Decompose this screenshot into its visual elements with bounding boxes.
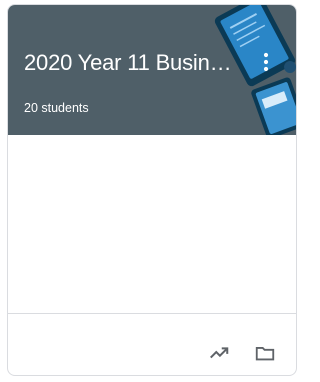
class-card-footer [8, 313, 296, 375]
class-card-banner[interactable]: 2020 Year 11 Busines... 20 students [8, 5, 296, 135]
more-vert-icon [263, 52, 269, 72]
student-count: 20 students [24, 101, 89, 115]
more-options-button[interactable] [254, 47, 278, 77]
class-card[interactable]: 2020 Year 11 Busines... 20 students [7, 4, 297, 376]
class-folder-button[interactable] [252, 340, 278, 366]
class-card-body [8, 135, 296, 313]
folder-icon [255, 347, 275, 361]
course-title[interactable]: 2020 Year 11 Busines... [24, 49, 236, 77]
trending-up-icon [210, 347, 229, 359]
gradebook-button[interactable] [206, 340, 232, 366]
